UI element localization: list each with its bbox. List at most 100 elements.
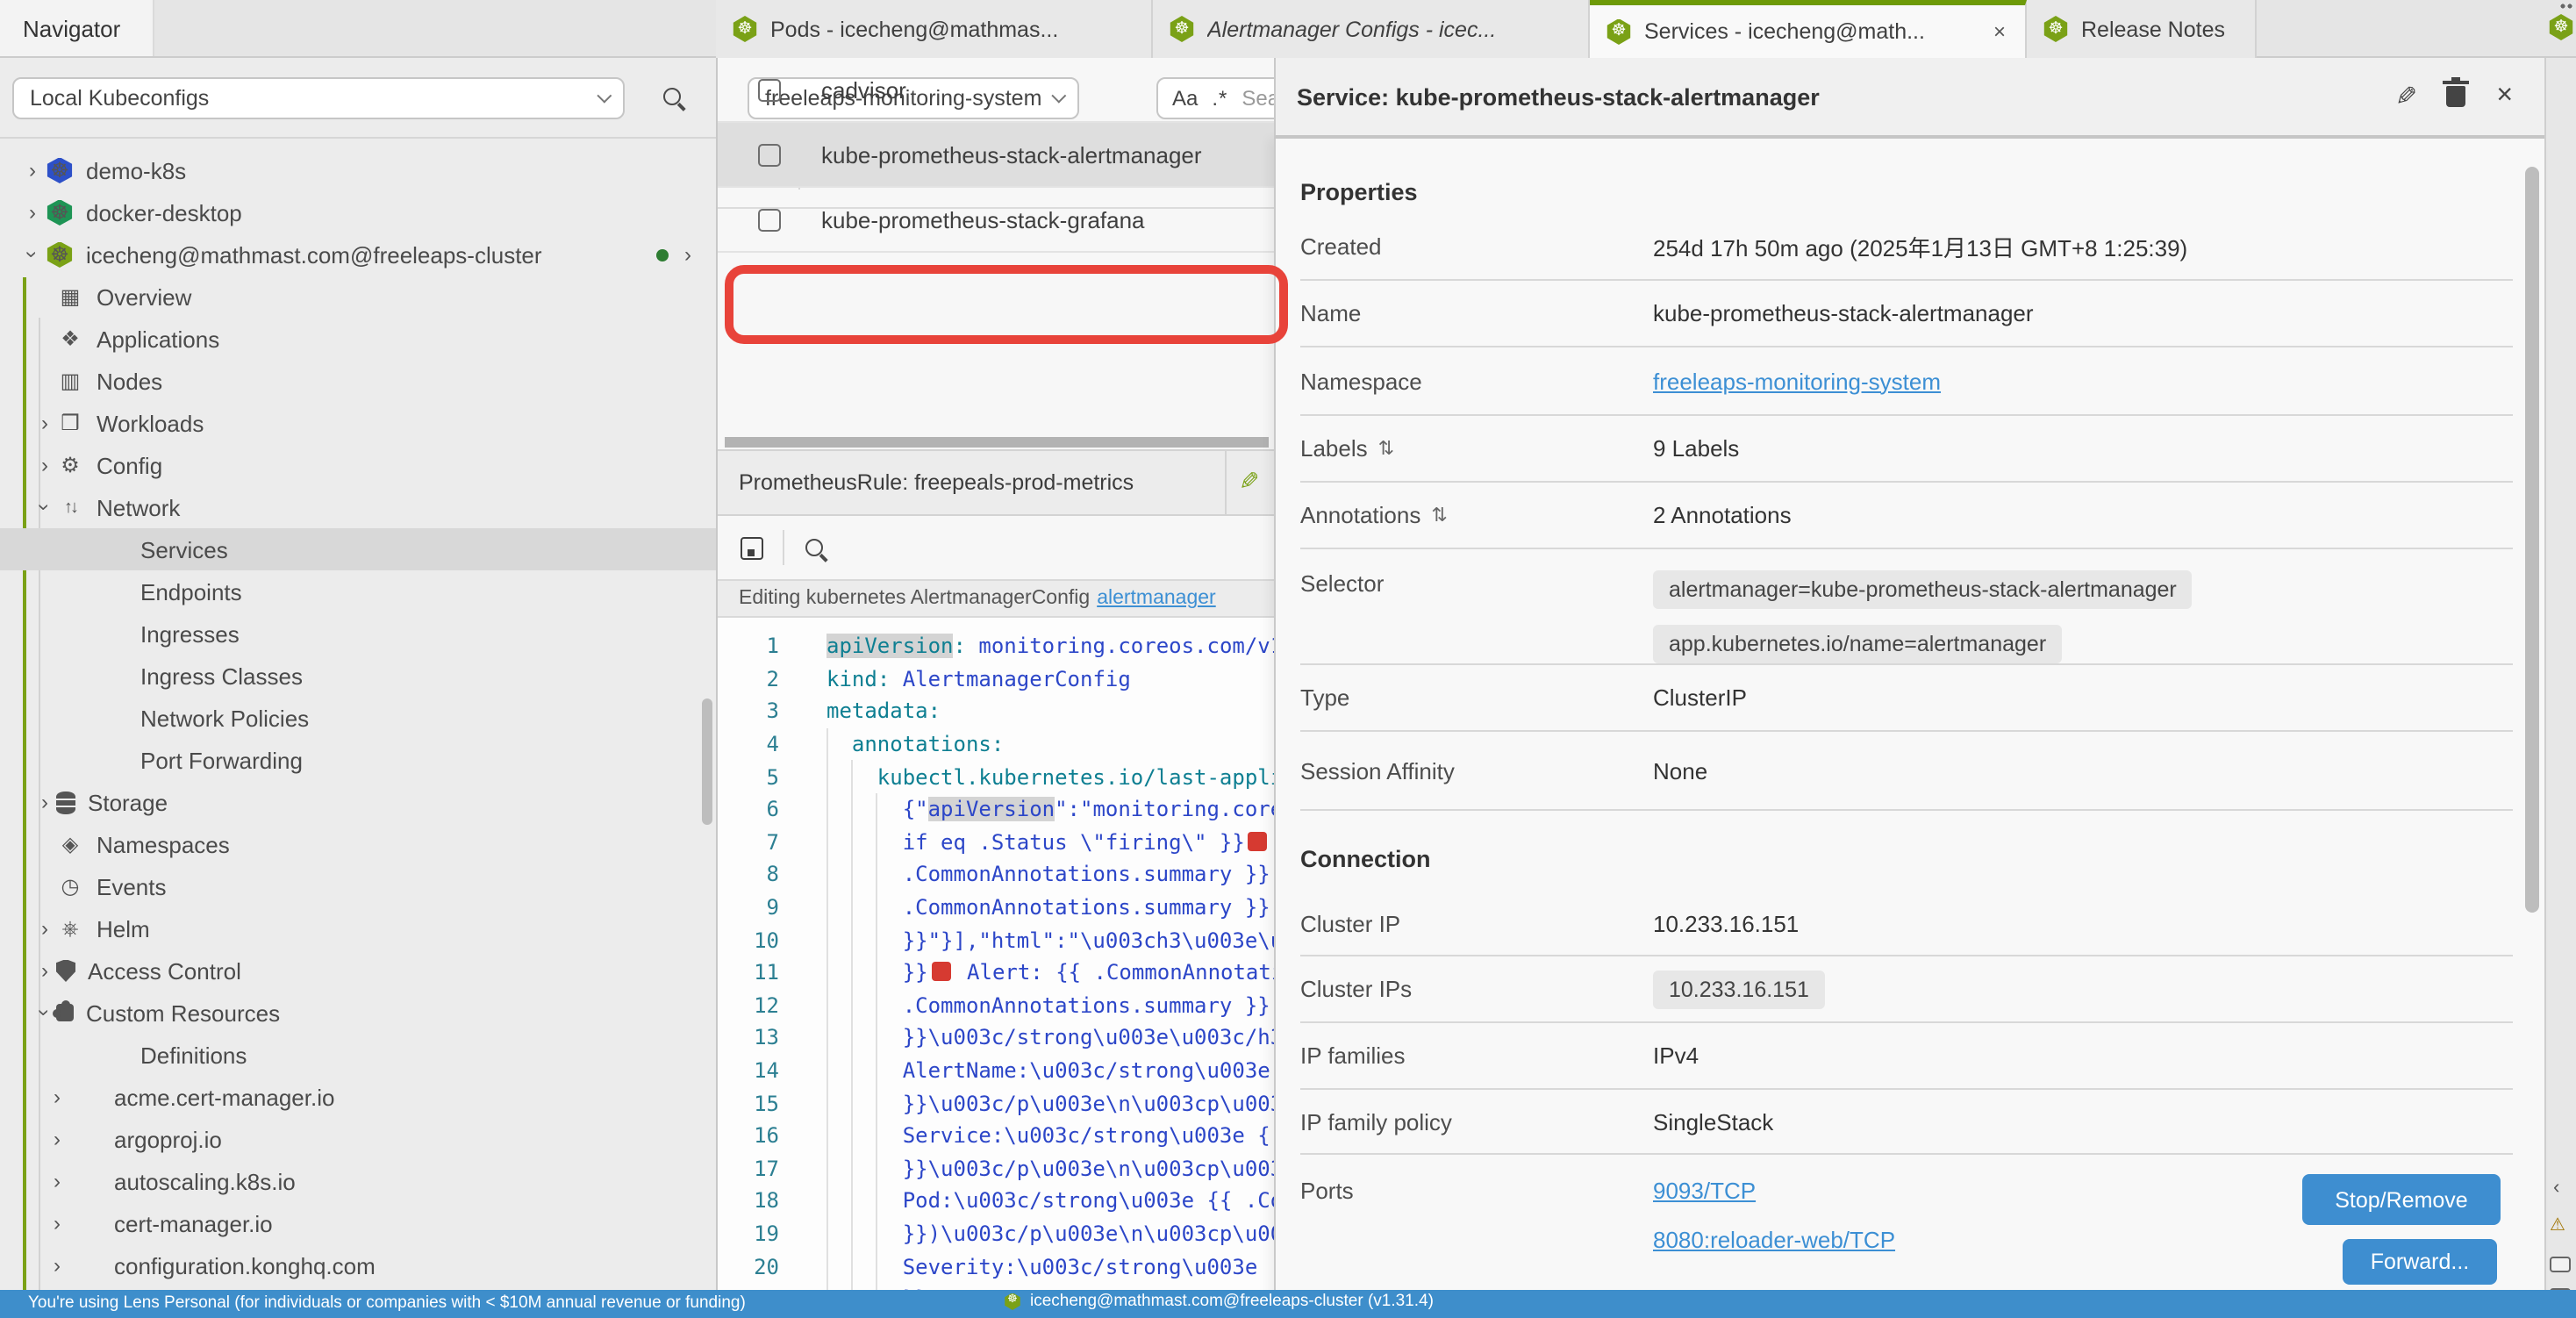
- sidebar-tree-item[interactable]: › Storage ›: [0, 781, 716, 823]
- type-label: Type: [1300, 684, 1653, 711]
- tabbar-spacer: [154, 0, 716, 56]
- sidebar-tree-item[interactable]: › ☸ demo-k8s ›: [0, 149, 716, 191]
- sidebar-tree-item[interactable]: ◈ Namespaces ›: [0, 823, 716, 865]
- namespace-link[interactable]: freeleaps-monitoring-system: [1653, 368, 1941, 394]
- navigator-panel-tab[interactable]: Navigator: [0, 0, 154, 56]
- expand-updown-icon[interactable]: ⇅: [1431, 504, 1447, 526]
- tree-item-label: configuration.konghq.com: [114, 1252, 376, 1279]
- tree-item-label: Nodes: [97, 368, 162, 394]
- sidebar-tree-item[interactable]: › autoscaling.k8s.io ›: [0, 1160, 716, 1202]
- sidebar-tree-item[interactable]: › Custom Resources ›: [0, 992, 716, 1034]
- service-table-row[interactable]: cadvisor: [718, 58, 1274, 123]
- sidebar-tree-item[interactable]: ▦ Overview ›: [0, 276, 716, 318]
- sidebar-tree-item[interactable]: › argoproj.io ›: [0, 1118, 716, 1160]
- yaml-editor[interactable]: 1 apiVersion: monitoring.coreos.com/v1 2…: [718, 618, 1274, 1304]
- chevron-right-icon[interactable]: ›: [20, 241, 45, 268]
- sidebar-tree-item[interactable]: › ☸ icecheng@mathmast.com@freeleaps-clus…: [0, 233, 716, 276]
- sidebar-tree-item[interactable]: Endpoints ›: [0, 570, 716, 612]
- sidebar-tree-item[interactable]: › ❒ Workloads ›: [0, 402, 716, 444]
- sidebar-tree-item[interactable]: Definitions ›: [0, 1034, 716, 1076]
- editing-resource-link[interactable]: alertmanager: [1097, 588, 1216, 609]
- chevron-right-icon[interactable]: ›: [46, 1253, 68, 1278]
- scrollbar-thumb[interactable]: [725, 437, 1269, 448]
- chevron-right-icon[interactable]: ›: [19, 200, 46, 225]
- sidebar-tree-item[interactable]: › ⎈ Helm ›: [0, 907, 716, 949]
- service-table-row[interactable]: kube-prometheus-stack-grafana: [718, 188, 1274, 253]
- chevron-right-icon[interactable]: ›: [33, 453, 56, 477]
- chevron-right-icon[interactable]: ›: [46, 1211, 68, 1236]
- tree-item-icon: ❒: [56, 411, 84, 435]
- sidebar-tree-item[interactable]: Network Policies ›: [0, 697, 716, 739]
- expand-updown-icon[interactable]: ⇅: [1378, 437, 1394, 460]
- terminal-panel-icon[interactable]: [2550, 1257, 2571, 1272]
- navigator-sidebar: Local Kubeconfigs › ☸ demo-k8s › › ☸ doc…: [0, 58, 716, 1304]
- chevron-right-icon[interactable]: ›: [684, 242, 691, 267]
- kubeconfig-select[interactable]: Local Kubeconfigs: [12, 77, 625, 119]
- warning-triangle-icon[interactable]: ⚠: [2550, 1216, 2565, 1236]
- service-table-row-partial[interactable]: kube-prometheus-stack-kube-state-metrics: [718, 423, 1274, 435]
- highlight-annotation-box: [725, 265, 1288, 344]
- document-tab[interactable]: ☸ Release Notes: [2027, 0, 2257, 58]
- forward-button[interactable]: Forward...: [2343, 1239, 2497, 1285]
- stop-remove-button[interactable]: Stop/Remove: [2302, 1174, 2501, 1225]
- sidebar-tree-item[interactable]: › acme.cert-manager.io ›: [0, 1076, 716, 1118]
- sidebar-tree-item[interactable]: › cert-manager.io ›: [0, 1202, 716, 1244]
- port-link-8080[interactable]: 8080:reloader-web/TCP: [1653, 1227, 1895, 1253]
- row-checkbox[interactable]: [758, 78, 781, 101]
- save-icon[interactable]: [741, 536, 763, 559]
- sidebar-tree-item[interactable]: Ingress Classes ›: [0, 655, 716, 697]
- row-checkbox[interactable]: [758, 143, 781, 166]
- tab-label: Pods - icecheng@mathmas...: [770, 17, 1135, 41]
- tab-close-icon[interactable]: ×: [1990, 19, 2009, 44]
- service-table-row[interactable]: kube-prometheus-stack-alertmanager: [718, 123, 1274, 188]
- drawer-scrollbar[interactable]: [2525, 167, 2539, 913]
- code-line: 2 kind: AlertmanagerConfig: [718, 663, 1274, 695]
- port-link-9093[interactable]: 9093/TCP: [1653, 1178, 1895, 1204]
- chevron-right-icon[interactable]: ›: [46, 1169, 68, 1193]
- search-icon[interactable]: [663, 88, 681, 105]
- sidebar-tree-item[interactable]: › ↑↓ Network ›: [0, 486, 716, 528]
- collapse-chevron-icon[interactable]: ›: [2553, 1178, 2559, 1199]
- sidebar-tree-item[interactable]: › ☸ docker-desktop ›: [0, 191, 716, 233]
- sidebar-tree-item[interactable]: › Access Control ›: [0, 949, 716, 992]
- chevron-right-icon[interactable]: ›: [46, 1085, 68, 1109]
- sidebar-tree-item[interactable]: ❖ Applications ›: [0, 318, 716, 360]
- sidebar-tree-item[interactable]: Ingresses ›: [0, 612, 716, 655]
- document-tab[interactable]: ☸ Services - icecheng@math... ×: [1590, 0, 2027, 58]
- kubernetes-icon: ☸: [2548, 14, 2574, 40]
- edit-pencil-icon[interactable]: ✎: [1239, 467, 1259, 497]
- tree-item-label: Workloads: [97, 410, 204, 436]
- overflow-dots-icon: [2560, 4, 2572, 9]
- delete-trash-icon[interactable]: [2445, 86, 2465, 107]
- selector-badges: alertmanager=kube-prometheus-stack-alert…: [1653, 570, 2193, 663]
- editing-status-text: Editing kubernetes AlertmanagerConfig: [739, 588, 1090, 609]
- chevron-right-icon[interactable]: ›: [33, 790, 56, 814]
- sidebar-tree-item[interactable]: › configuration.konghq.com ›: [0, 1244, 716, 1286]
- chevron-right-icon[interactable]: ›: [32, 496, 57, 519]
- tree-item-label: Access Control: [88, 957, 241, 984]
- sidebar-tree-item[interactable]: ▥ Nodes ›: [0, 360, 716, 402]
- code-line: 3 metadata:: [718, 695, 1274, 727]
- code-line-text: }})\u003c/p\u003e\n\u003cp\u00: [779, 1221, 1274, 1246]
- sidebar-tree-item[interactable]: ◷ Events ›: [0, 865, 716, 907]
- document-tab[interactable]: ☸ Pods - icecheng@mathmas...: [716, 0, 1153, 58]
- row-checkbox[interactable]: [758, 208, 781, 231]
- service-detail-header: Service: kube-prometheus-stack-alertmana…: [1274, 58, 2544, 139]
- cluster-tree: › ☸ demo-k8s › › ☸ docker-desktop › › ☸ …: [0, 149, 716, 1286]
- horizontal-scrollbar[interactable]: [718, 435, 1274, 449]
- chevron-right-icon[interactable]: ›: [33, 411, 56, 435]
- chevron-right-icon[interactable]: ›: [19, 158, 46, 183]
- sidebar-scrollbar[interactable]: [702, 698, 712, 825]
- status-bar: You're using Lens Personal (for individu…: [0, 1290, 2576, 1318]
- edit-pencil-icon[interactable]: ✎: [2395, 81, 2417, 112]
- chevron-right-icon[interactable]: ›: [33, 916, 56, 941]
- document-tab[interactable]: ☸ Alertmanager Configs - icec...: [1153, 0, 1590, 58]
- editor-search-icon[interactable]: [805, 539, 823, 556]
- sidebar-tree-item[interactable]: Services ›: [0, 528, 716, 570]
- sidebar-tree-item[interactable]: › ⚙ Config ›: [0, 444, 716, 486]
- close-icon[interactable]: ×: [2496, 81, 2513, 112]
- sidebar-tree-item[interactable]: Port Forwarding ›: [0, 739, 716, 781]
- chevron-right-icon[interactable]: ›: [46, 1127, 68, 1151]
- chevron-right-icon[interactable]: ›: [33, 958, 56, 983]
- kubernetes-icon: ☸: [1169, 16, 1195, 42]
